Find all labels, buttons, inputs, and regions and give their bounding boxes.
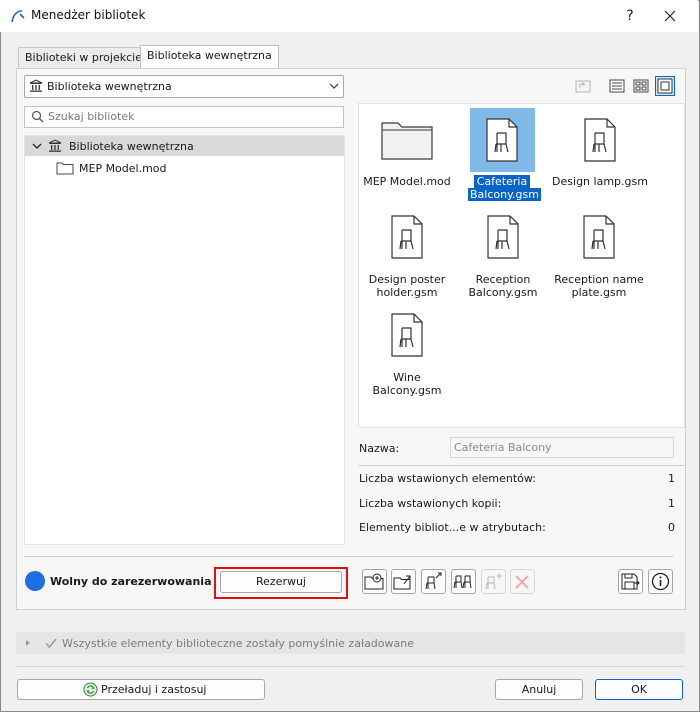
divider: [24, 556, 674, 557]
tab-embedded-library[interactable]: Biblioteka wewnętrzna: [140, 45, 279, 69]
placed-instances-label: Liczba wstawionych kopii:: [359, 497, 502, 510]
window-title: Menedżer bibliotek: [31, 8, 146, 22]
grid-item-label[interactable]: MEP Model.mod: [360, 175, 454, 188]
grid-item-label[interactable]: Reception name plate.gsm: [548, 273, 650, 299]
archicad-logo-icon: [11, 10, 25, 23]
info-icon: [651, 572, 670, 591]
divider: [16, 666, 685, 667]
object-file-icon: [487, 215, 519, 259]
status-text: Wolny do zarezerwowania: [50, 575, 212, 588]
folder-icon: [56, 162, 74, 175]
grid-item-label-line2: Balcony.gsm: [468, 286, 538, 299]
export-folder-icon: [393, 575, 411, 590]
divider: [358, 465, 685, 466]
placed-instances-value: 1: [668, 497, 675, 510]
grid-item-label-line1: Design poster: [368, 273, 446, 286]
tree-root-label: Biblioteka wewnętrzna: [69, 140, 194, 153]
grid-item-label[interactable]: Wine Balcony.gsm: [360, 371, 454, 397]
expand-triangle-icon[interactable]: [24, 639, 32, 647]
close-icon[interactable]: [655, 4, 685, 28]
grid-item-label-line1: Reception name: [554, 273, 644, 286]
search-placeholder: Szukaj bibliotek: [48, 110, 135, 123]
checkmark-icon: [45, 638, 57, 649]
chevron-down-icon[interactable]: [32, 141, 42, 151]
grid-item-label-line2: holder.gsm: [376, 286, 438, 299]
object-file-icon: [486, 118, 518, 162]
name-field: Cafeteria Balcony: [450, 437, 674, 458]
cancel-button[interactable]: Anuluj: [495, 679, 583, 700]
import-folder-icon: [364, 573, 384, 590]
attribute-elements-value: 0: [668, 521, 675, 534]
help-button[interactable]: ?: [618, 4, 642, 28]
large-icons-view-icon[interactable]: [655, 76, 675, 96]
object-export-icon: [425, 572, 442, 590]
search-icon: [31, 110, 44, 123]
tab-project-libraries[interactable]: Biblioteki w projekcie: [18, 47, 149, 68]
placed-elements-label: Liczba wstawionych elementów:: [359, 472, 536, 485]
grid-item-label-line1: Wine: [393, 371, 421, 384]
library-tree[interactable]: [24, 135, 345, 545]
parent-folder-icon[interactable]: [574, 77, 592, 95]
save-icon: [621, 573, 640, 590]
object-file-icon: [583, 215, 615, 259]
folder-icon: [381, 122, 433, 160]
small-icons-view-icon[interactable]: [632, 77, 650, 95]
grid-item-label-line2: Balcony.gsm: [372, 384, 442, 397]
grid-item-label[interactable]: Reception Balcony.gsm: [456, 273, 550, 299]
delete-icon: [515, 575, 529, 589]
grid-item-label-line2: Balcony.gsm: [468, 188, 541, 201]
grid-item-label-selected[interactable]: Cafeteria Balcony.gsm: [468, 175, 541, 201]
status-indicator: [25, 571, 45, 591]
grid-item-label-line2: plate.gsm: [571, 286, 627, 299]
grid-item-label-line1: Cafeteria: [473, 175, 531, 188]
library-select-value: Biblioteka wewnętrzna: [47, 80, 172, 93]
object-file-icon: [584, 118, 616, 162]
chevron-down-icon: [329, 83, 339, 89]
ok-button[interactable]: OK: [595, 679, 683, 700]
object-file-icon: [391, 215, 423, 259]
tree-item-mep-model[interactable]: MEP Model.mod: [79, 162, 167, 175]
list-view-icon[interactable]: [608, 77, 626, 95]
reserve-button[interactable]: Rezerwuj: [220, 571, 342, 593]
library-building-icon: [48, 139, 62, 152]
name-label: Nazwa:: [359, 442, 400, 455]
attribute-elements-label: Elementy bibliot...e w atrybutach:: [359, 521, 546, 534]
objects-group-icon: [453, 575, 472, 589]
add-object-icon: [485, 573, 502, 590]
grid-item-label-line1: Reception: [475, 273, 531, 286]
message-text: Wszystkie elementy biblioteczne zostały …: [62, 637, 414, 650]
grid-item-label[interactable]: Design lamp.gsm: [548, 175, 652, 188]
library-building-icon: [29, 79, 43, 92]
placed-elements-value: 1: [668, 472, 675, 485]
reload-icon: [83, 682, 98, 697]
grid-item-label[interactable]: Design poster holder.gsm: [360, 273, 454, 299]
object-file-icon: [391, 313, 423, 357]
reload-apply-label: Przeładuj i zastosuj: [101, 683, 207, 696]
